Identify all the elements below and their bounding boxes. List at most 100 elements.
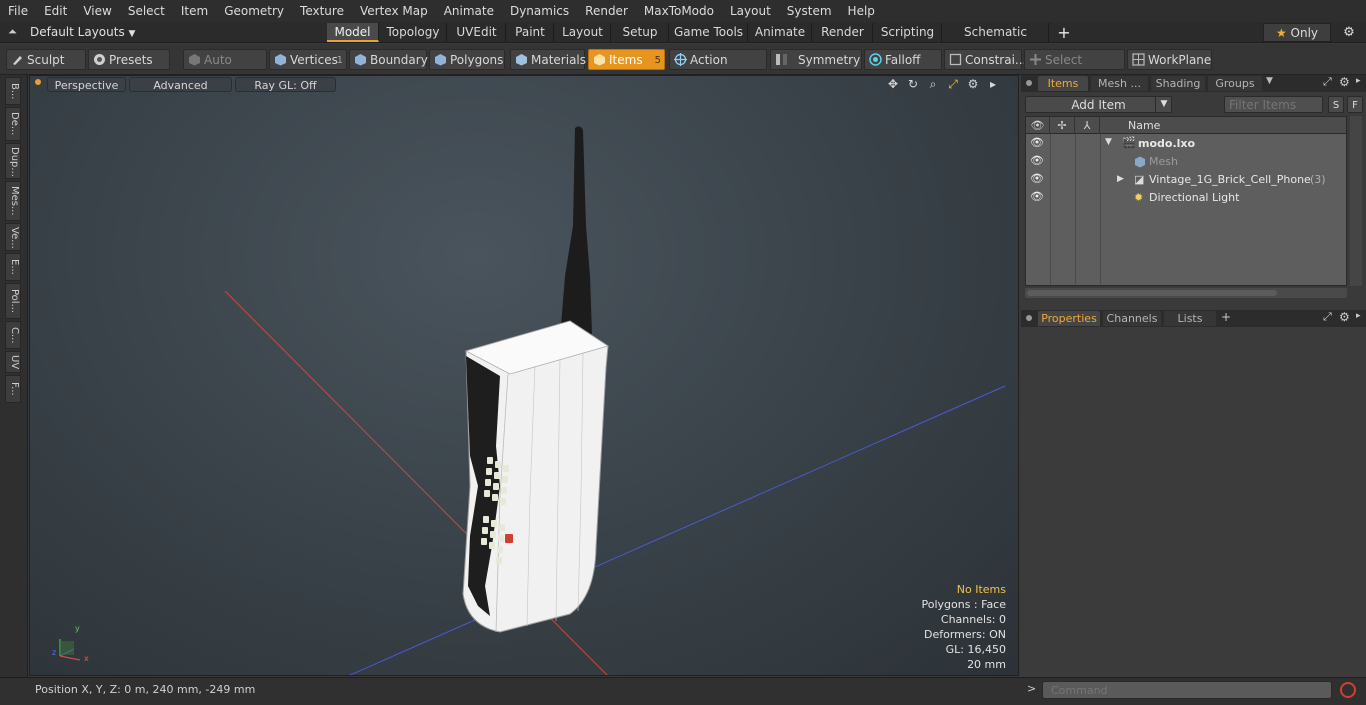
panel-dot-icon[interactable] [1026, 315, 1032, 321]
menu-dynamics[interactable]: Dynamics [502, 0, 577, 22]
left-tab-duplicate[interactable]: Dup... [5, 143, 21, 179]
constraints-button[interactable]: Constrai... [944, 49, 1026, 70]
move-view-icon[interactable]: ✥ [886, 77, 900, 91]
items-button[interactable]: Items 5 [588, 49, 665, 70]
action-center-button[interactable]: Action Center [669, 49, 767, 88]
menu-help[interactable]: Help [840, 0, 883, 22]
advanced-dropdown[interactable]: Advanced [129, 77, 232, 92]
tab-channels[interactable]: Channels [1103, 311, 1161, 326]
boundary-button[interactable]: Boundary [349, 49, 428, 70]
left-tab-curve[interactable]: C... [5, 321, 21, 349]
left-tab-uv[interactable]: UV [5, 351, 21, 373]
tab-topology[interactable]: Topology [380, 23, 447, 42]
panel-dot-icon[interactable] [1026, 80, 1032, 86]
tab-setup[interactable]: Setup [612, 23, 669, 42]
maximize-icon[interactable]: ⤢ [1323, 75, 1332, 89]
left-tab-fusion[interactable]: F... [5, 375, 21, 403]
menu-item[interactable]: Item [173, 0, 216, 22]
menu-file[interactable]: File [0, 0, 36, 22]
3d-viewport[interactable]: y x z Perspective Advanced Ray GL: Off ✥… [29, 75, 1019, 676]
tree-row-mesh[interactable]: 👁 Mesh [1026, 153, 1346, 171]
menu-maxtomodo[interactable]: MaxToModo [636, 0, 722, 22]
tab-layout[interactable]: Layout [555, 23, 611, 42]
item-list-hscroll[interactable] [1025, 288, 1347, 298]
left-tab-mesh-edit[interactable]: Mes... [5, 181, 21, 221]
rotate-view-icon[interactable]: ↻ [906, 77, 920, 91]
polygons-button[interactable]: Polygons [429, 49, 505, 70]
add-tab-button[interactable]: + [1221, 310, 1231, 324]
item-list-vscroll[interactable] [1350, 116, 1362, 286]
tab-shading[interactable]: Shading [1151, 76, 1205, 91]
select-through-button[interactable]: Select Through [1024, 49, 1125, 88]
panel-gear-icon[interactable]: ⚙ [1339, 310, 1350, 324]
viewport-dot-icon[interactable] [35, 79, 41, 85]
menu-vertex-map[interactable]: Vertex Map [352, 0, 436, 22]
panel-menu-arrow-icon[interactable]: ▸ [1356, 76, 1361, 86]
menu-layout[interactable]: Layout [722, 0, 779, 22]
vertices-button[interactable]: Vertices 1 [269, 49, 347, 70]
filter-s-button[interactable]: S [1328, 96, 1344, 113]
falloff-button[interactable]: Falloff [864, 49, 942, 70]
presets-button[interactable]: Presets [88, 49, 170, 70]
gear-icon[interactable]: ⚙ [1340, 23, 1358, 42]
auto-select-button[interactable]: Auto Select [183, 49, 267, 88]
tree-row-phone[interactable]: 👁 ▶ ◪ Vintage_1G_Brick_Cell_Phone (3) [1026, 171, 1346, 189]
menu-edit[interactable]: Edit [36, 0, 75, 22]
tab-groups[interactable]: Groups [1208, 76, 1262, 91]
command-input[interactable] [1042, 681, 1332, 699]
tabs-more-icon[interactable]: ▼ [1266, 76, 1273, 86]
zoom-view-icon[interactable]: ⌕ [926, 77, 940, 91]
eye-icon[interactable]: 👁 [1030, 155, 1044, 167]
filter-f-button[interactable]: F [1347, 96, 1363, 113]
left-tab-basic[interactable]: B... [5, 77, 21, 105]
viewport-menu-arrow-icon[interactable]: ▸ [986, 77, 1000, 91]
menu-texture[interactable]: Texture [292, 0, 352, 22]
visibility-column-icon[interactable]: 👁 [1026, 117, 1050, 134]
left-tab-edge[interactable]: E... [5, 253, 21, 281]
tab-items[interactable]: Items [1038, 76, 1088, 91]
tree-row-scene[interactable]: 👁 ▼ 🎬 modo.lxo [1026, 135, 1346, 153]
menu-animate[interactable]: Animate [436, 0, 502, 22]
add-tab-button[interactable]: + [1056, 22, 1072, 43]
menu-system[interactable]: System [779, 0, 840, 22]
tab-uvedit[interactable]: UVEdit [448, 23, 506, 42]
eye-icon[interactable]: 👁 [1030, 173, 1044, 185]
raygl-toggle[interactable]: Ray GL: Off [235, 77, 336, 92]
tab-game-tools[interactable]: Game Tools [670, 23, 748, 42]
layout-toggle-icon[interactable]: ⏶ [8, 25, 22, 39]
panel-gear-icon[interactable]: ⚙ [1339, 75, 1350, 89]
tab-properties[interactable]: Properties [1038, 311, 1100, 326]
record-icon[interactable] [1340, 682, 1356, 698]
tree-row-light[interactable]: 👁 ✹ Directional Light [1026, 189, 1346, 207]
perspective-dropdown[interactable]: Perspective [47, 77, 126, 92]
panel-menu-arrow-icon[interactable]: ▸ [1356, 311, 1361, 321]
tab-mesh[interactable]: Mesh ... [1091, 76, 1148, 91]
viewport-gear-icon[interactable]: ⚙ [966, 77, 980, 91]
render-column-icon[interactable]: ⅄ [1075, 117, 1100, 134]
expand-arrow-icon[interactable]: ▶ [1117, 174, 1124, 184]
materials-button[interactable]: Materials [510, 49, 586, 70]
left-tab-deform[interactable]: De... [5, 107, 21, 141]
tab-lists[interactable]: Lists [1164, 311, 1216, 326]
name-column-header[interactable]: Name [1100, 117, 1346, 134]
tab-model[interactable]: Model [327, 23, 379, 42]
add-item-button[interactable]: Add Item [1025, 96, 1172, 113]
add-item-dropdown-icon[interactable]: ▼ [1155, 96, 1172, 113]
menu-select[interactable]: Select [120, 0, 173, 22]
expand-arrow-icon[interactable]: ▼ [1105, 137, 1112, 147]
tab-paint[interactable]: Paint [507, 23, 554, 42]
maximize-icon[interactable]: ⤢ [1323, 310, 1332, 324]
sculpt-button[interactable]: Sculpt [6, 49, 86, 70]
menu-view[interactable]: View [75, 0, 119, 22]
tab-schematic-fusion[interactable]: Schematic Fusion [943, 23, 1049, 58]
lock-column-icon[interactable]: ✢ [1050, 117, 1075, 134]
tab-animate[interactable]: Animate [749, 23, 812, 42]
left-tab-vertex[interactable]: Ve... [5, 223, 21, 251]
workplane-button[interactable]: WorkPlane [1127, 49, 1212, 70]
symmetry-button[interactable]: Symmetry [770, 49, 862, 70]
eye-icon[interactable]: 👁 [1030, 137, 1044, 149]
only-toggle[interactable]: ★ Only [1263, 23, 1331, 42]
tab-scripting[interactable]: Scripting [874, 23, 942, 42]
default-layouts-dropdown[interactable]: Default Layouts ▼ [30, 22, 135, 43]
tab-render[interactable]: Render [813, 23, 873, 42]
